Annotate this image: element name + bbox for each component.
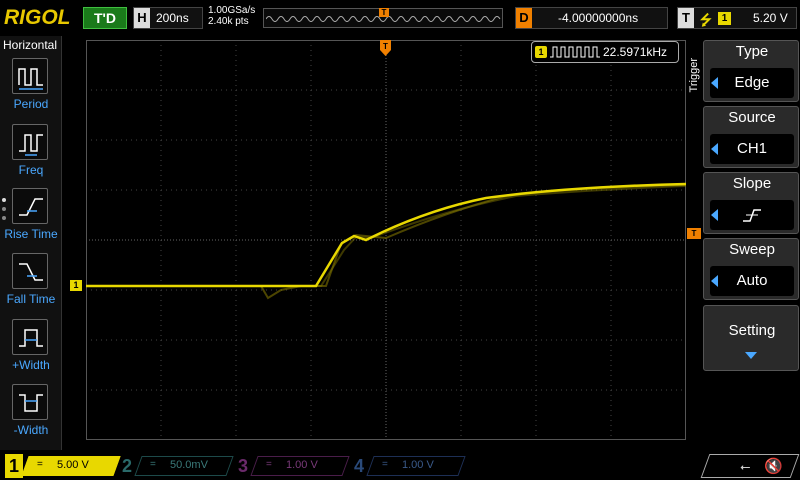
measure-item-label: Freq <box>18 163 44 177</box>
frequency-readout[interactable]: 1 22.5971kHz <box>531 41 679 63</box>
ch1-offset-marker[interactable]: 1 <box>70 280 82 291</box>
top-status-bar: RIGOL T'D H 200ns 1.00GSa/s 2.40k pts T … <box>0 0 800 36</box>
measure-item-fall-time[interactable]: Fall Time <box>0 253 62 315</box>
channel-number: 2 <box>121 456 132 476</box>
measure-item-period[interactable]: Period <box>0 58 62 120</box>
timebase-value: 200ns <box>156 11 189 25</box>
menu-item-title: Source <box>728 109 776 126</box>
fall-time-icon <box>12 253 48 289</box>
menu-item-value: Auto <box>710 266 794 296</box>
measure-channel-badge: 1 <box>535 46 547 58</box>
speaker-muted-icon[interactable]: 🔇 <box>764 457 783 475</box>
pos-width-icon <box>12 319 48 355</box>
menu-item-value: Edge <box>710 68 794 98</box>
menu-item-sweep[interactable]: Sweep Auto <box>703 238 799 300</box>
square-wave-icon <box>550 46 600 58</box>
trigger-tag: T <box>678 8 694 28</box>
freq-icon <box>12 124 48 160</box>
frequency-value: 22.5971kHz <box>603 45 668 59</box>
menu-section-label: Trigger <box>688 58 700 93</box>
delay-value: -4.00000000ns <box>558 11 639 25</box>
menu-item-value: CH1 <box>710 134 794 164</box>
svg-text:T: T <box>383 42 388 51</box>
trigger-menu: Type Edge Source CH1 Slope Sweep Auto Se… <box>703 40 800 436</box>
usb-icon: ⭠ <box>740 459 751 474</box>
menu-item-title: Setting <box>728 322 776 339</box>
measure-sidebar: Horizontal Period Freq Rise Time Fall Ti… <box>0 36 62 450</box>
channel-scale: 50.0mV <box>170 459 208 471</box>
period-icon <box>12 58 48 94</box>
delay-display[interactable]: D -4.00000000ns <box>515 7 668 29</box>
measure-item-label: Period <box>13 97 49 111</box>
chevron-down-icon <box>745 352 757 359</box>
trigger-level-marker[interactable]: T <box>687 228 701 239</box>
measure-item-rise-time[interactable]: Rise Time <box>0 188 62 250</box>
coupling-icon: = <box>266 459 272 470</box>
channel-scale: 5.00 V <box>57 459 89 471</box>
sidebar-title: Horizontal <box>3 38 58 52</box>
run-status-badge[interactable]: T'D <box>83 7 127 29</box>
rise-time-icon <box>12 188 48 224</box>
menu-item-type[interactable]: Type Edge <box>703 40 799 102</box>
channel-scale: 1.00 V <box>286 459 318 471</box>
timebase-display[interactable]: H 200ns <box>133 7 203 29</box>
menu-item-value <box>710 200 794 230</box>
timebase-tag: H <box>134 8 150 28</box>
measure-item-label: +Width <box>12 358 50 372</box>
channel-4-tab[interactable]: 4 = 1.00 V <box>350 454 466 478</box>
trigger-source-badge: 1 <box>718 12 731 25</box>
menu-arrow-icon <box>711 209 718 221</box>
channel-bar: 1 = 5.00 V 2 = 50.0mV 3 = 1.00 V 4 = 1.0… <box>0 450 800 480</box>
memory-points: 2.40k pts <box>208 16 249 27</box>
menu-item-title: Sweep <box>729 241 775 258</box>
channel-3-tab[interactable]: 3 = 1.00 V <box>234 454 350 478</box>
menu-arrow-icon <box>711 143 718 155</box>
memory-trigger-marker: T <box>379 8 389 17</box>
channel-number: 4 <box>353 456 364 476</box>
delay-tag: D <box>516 8 532 28</box>
measure-item-freq[interactable]: Freq <box>0 124 62 186</box>
rising-edge-icon: ⭍ <box>700 12 712 28</box>
menu-arrow-icon <box>711 77 718 89</box>
measure-item-label: Fall Time <box>6 292 56 306</box>
menu-item-slope[interactable]: Slope <box>703 172 799 234</box>
coupling-icon: = <box>37 459 43 470</box>
menu-item-title: Type <box>735 43 769 60</box>
trigger-position-arrow: T <box>380 40 391 56</box>
menu-item-setting[interactable]: Setting <box>703 305 799 371</box>
menu-arrow-icon <box>711 275 718 287</box>
measure-item-neg-width[interactable]: -Width <box>0 384 62 446</box>
coupling-icon: = <box>382 459 388 470</box>
rising-slope-icon <box>743 209 761 222</box>
measure-item-label: -Width <box>13 423 49 437</box>
measure-item-label: Rise Time <box>4 227 58 241</box>
channel-2-tab[interactable]: 2 = 50.0mV <box>118 454 234 478</box>
acquisition-info: 1.00GSa/s 2.40k pts <box>208 5 255 27</box>
menu-item-title: Slope <box>732 175 772 192</box>
trigger-display[interactable]: T ⭍ 1 5.20 V <box>677 7 797 29</box>
measure-item-pos-width[interactable]: +Width <box>0 319 62 381</box>
neg-width-icon <box>12 384 48 420</box>
channel-1-tab[interactable]: 1 = 5.00 V <box>5 454 121 478</box>
channel-number: 3 <box>237 456 248 476</box>
trigger-level-value: 5.20 V <box>753 11 788 25</box>
channel-number: 1 <box>5 454 23 478</box>
coupling-icon: = <box>150 459 156 470</box>
waveform-grid[interactable] <box>86 40 686 440</box>
channel-scale: 1.00 V <box>402 459 434 471</box>
menu-item-source[interactable]: Source CH1 <box>703 106 799 168</box>
brand-logo: RIGOL <box>4 6 71 29</box>
sample-rate: 1.00GSa/s <box>208 5 256 16</box>
graticule <box>86 40 686 440</box>
